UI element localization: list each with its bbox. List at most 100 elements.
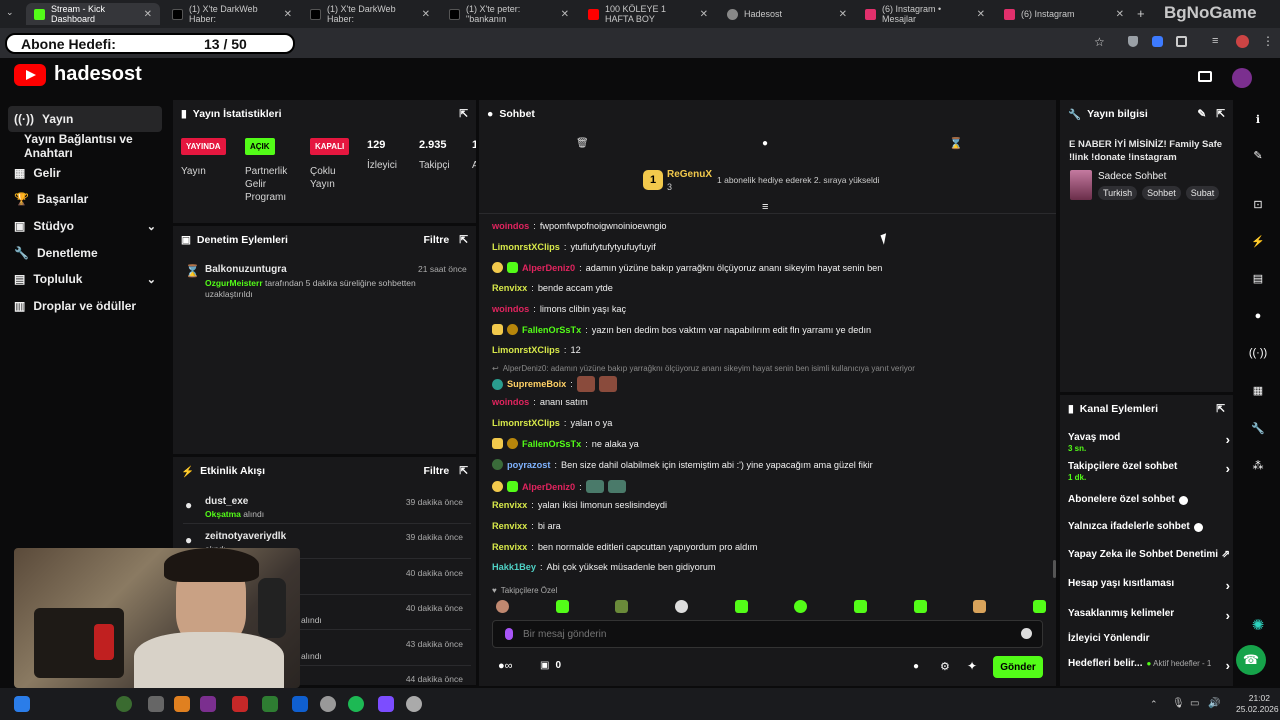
chat-username[interactable]: Renvixx [492, 521, 527, 531]
shield-icon[interactable] [1128, 36, 1138, 47]
send-button[interactable]: Gönder [993, 656, 1043, 678]
pencil-icon[interactable]: ✎ [1197, 108, 1206, 120]
chat-scrollbar[interactable] [1053, 560, 1056, 578]
chat-username[interactable]: LimonrstXClips [492, 242, 560, 252]
sidebar-item-gelir[interactable]: ▦ Gelir [8, 160, 162, 186]
tag[interactable]: Subat [1185, 186, 1220, 200]
sidebar-item-studyo[interactable]: ▣ Stüdyo ⌄ [8, 213, 162, 239]
emote-icon[interactable] [615, 600, 629, 613]
microphone-icon[interactable] [505, 628, 513, 640]
close-icon[interactable]: ✕ [144, 9, 152, 20]
action-banned-words[interactable]: Yasaklanmış kelimeler › [1068, 608, 1230, 623]
community-icon[interactable]: ●∞ [498, 660, 513, 672]
app-icon[interactable] [232, 696, 248, 712]
chat-username[interactable]: woindos [492, 304, 529, 314]
tab-menu-icon[interactable]: ⌄ [6, 7, 20, 21]
app-icon[interactable] [200, 696, 216, 712]
emote-icon[interactable] [913, 600, 927, 613]
chat-username[interactable]: FallenOrSsTx [522, 325, 581, 335]
chat-username[interactable]: poyrazost [507, 460, 550, 470]
close-icon[interactable]: ✕ [700, 9, 708, 20]
browser-tab-2[interactable]: (1) X'te DarkWeb Haber: ✕ [164, 3, 300, 25]
clock[interactable]: 21:02 25.02.2026 [1236, 693, 1279, 715]
wrench-icon[interactable]: 🔧 [1249, 419, 1267, 437]
puzzle-icon[interactable] [1176, 36, 1187, 47]
emote-icon[interactable] [555, 600, 569, 613]
browser-tab-7[interactable]: (6) Instagram • Mesajlar ✕ [857, 3, 993, 25]
action-ai-moderation[interactable]: Yapay Zeka ile Sohbet Denetimi ⇗ [1068, 549, 1230, 560]
chat-bubble-icon[interactable]: ● [1249, 307, 1267, 325]
windows-start-icon[interactable] [14, 696, 30, 712]
close-icon[interactable]: ✕ [561, 9, 569, 20]
chat-username[interactable]: woindos [492, 397, 529, 407]
document-icon[interactable]: ▤ [1249, 269, 1267, 287]
app-icon[interactable] [116, 696, 132, 712]
action-followers-only[interactable]: Takipçilere özel sohbet 1 dk. › [1068, 461, 1230, 482]
sidebar-item-denetleme[interactable]: 🔧 Denetleme [8, 240, 162, 266]
chevron-up-icon[interactable]: ⌃ [1150, 699, 1158, 710]
camera-icon[interactable]: ⊡ [1249, 195, 1267, 213]
star-icon[interactable]: ☆ [1094, 35, 1105, 49]
tag[interactable]: Turkish [1098, 186, 1138, 200]
category-name[interactable]: Sadece Sohbet [1098, 171, 1166, 182]
chat-bubble-icon[interactable]: ● [913, 661, 919, 672]
chat-username[interactable]: FallenOrSsTx [522, 439, 581, 449]
action-goals[interactable]: Hedefleri belir... ● Aktif hedefler - 1 › [1068, 658, 1230, 673]
emote-icon[interactable] [496, 600, 509, 613]
browser-tab-3[interactable]: (1) X'te DarkWeb Haber: ✕ [302, 3, 438, 25]
sidebar-item-topluluk[interactable]: ▤ Topluluk ⌄ [8, 266, 162, 292]
gear-icon[interactable]: ⚙ [940, 660, 950, 673]
app-icon[interactable] [148, 696, 164, 712]
chat-username[interactable]: Renvixx [492, 283, 527, 293]
chat-username[interactable]: Renvixx [492, 542, 527, 552]
browser-tab-4[interactable]: (1) X'te peter: "bankanın ✕ [441, 3, 577, 25]
chat-username[interactable]: LimonrstXClips [492, 418, 560, 428]
channel-points[interactable]: ▣ 0 [540, 660, 561, 671]
app-icon[interactable] [174, 696, 190, 712]
pencil-icon[interactable]: ✎ [1249, 146, 1267, 164]
close-icon[interactable]: ✕ [977, 9, 985, 20]
browser-tab-1[interactable]: Stream - Kick Dashboard ✕ [26, 3, 160, 25]
new-tab-icon[interactable]: + [1137, 6, 1145, 21]
layout-icon[interactable]: ▦ [1249, 381, 1267, 399]
sidebar-item-yayin[interactable]: ((·)) Yayın [8, 106, 162, 132]
spotify-icon[interactable] [348, 696, 364, 712]
app-icon[interactable] [262, 696, 278, 712]
browser-tab-6[interactable]: Hadesost ✕ [719, 3, 855, 25]
app-icon[interactable] [320, 696, 336, 712]
app-icon[interactable] [292, 696, 308, 712]
category-thumbnail[interactable] [1070, 170, 1092, 200]
support-icon[interactable]: ☎ [1236, 645, 1266, 675]
popout-icon[interactable]: ⇱ [1216, 108, 1225, 120]
filter-button[interactable]: Filtre [424, 465, 450, 477]
close-icon[interactable]: ✕ [284, 9, 292, 20]
media-icon[interactable]: ≡ [1212, 35, 1218, 47]
collapse-icon[interactable]: ≡ [762, 201, 768, 213]
chat-username[interactable]: AlperDeniz0 [522, 263, 575, 273]
microphone-icon[interactable]: 🎙 [1172, 698, 1185, 709]
emote-icon[interactable] [674, 600, 688, 613]
emote-icon[interactable] [1032, 600, 1046, 613]
chatgpt-icon[interactable]: ✺ [1249, 616, 1267, 634]
more-icon[interactable]: ⋮ [1262, 34, 1274, 48]
settings-icon[interactable] [406, 696, 422, 712]
avatar[interactable] [1232, 68, 1252, 88]
puzzle-icon[interactable]: ✦ [967, 659, 977, 673]
speaker-icon[interactable]: 🔊 [1208, 698, 1220, 709]
chat-username[interactable]: Hakk1Bey [492, 562, 536, 572]
browser-tab-5[interactable]: 100 KÖLEYE 1 HAFTA BOY ✕ [580, 3, 716, 25]
sidebar-item-droplar[interactable]: ▥ Droplar ve ödüller [8, 293, 162, 319]
tag[interactable]: Sohbet [1142, 186, 1181, 200]
app-icon[interactable] [378, 696, 394, 712]
emoji-icon[interactable] [1021, 628, 1032, 639]
filter-button[interactable]: Filtre [424, 234, 450, 246]
broadcast-icon[interactable]: ((·)) [1249, 344, 1267, 362]
sidebar-item-basarilar[interactable]: 🏆 Başarılar [8, 186, 162, 212]
chat-bubble-icon[interactable]: ● [762, 138, 768, 149]
action-raid[interactable]: İzleyici Yönlendir [1068, 633, 1228, 644]
info-icon[interactable]: ℹ [1249, 110, 1267, 128]
pinned-user[interactable]: ReGenuX [667, 169, 712, 180]
popout-icon[interactable]: ⇱ [1216, 403, 1225, 415]
screen-icon[interactable] [1198, 71, 1212, 82]
emote-icon[interactable] [794, 600, 808, 613]
